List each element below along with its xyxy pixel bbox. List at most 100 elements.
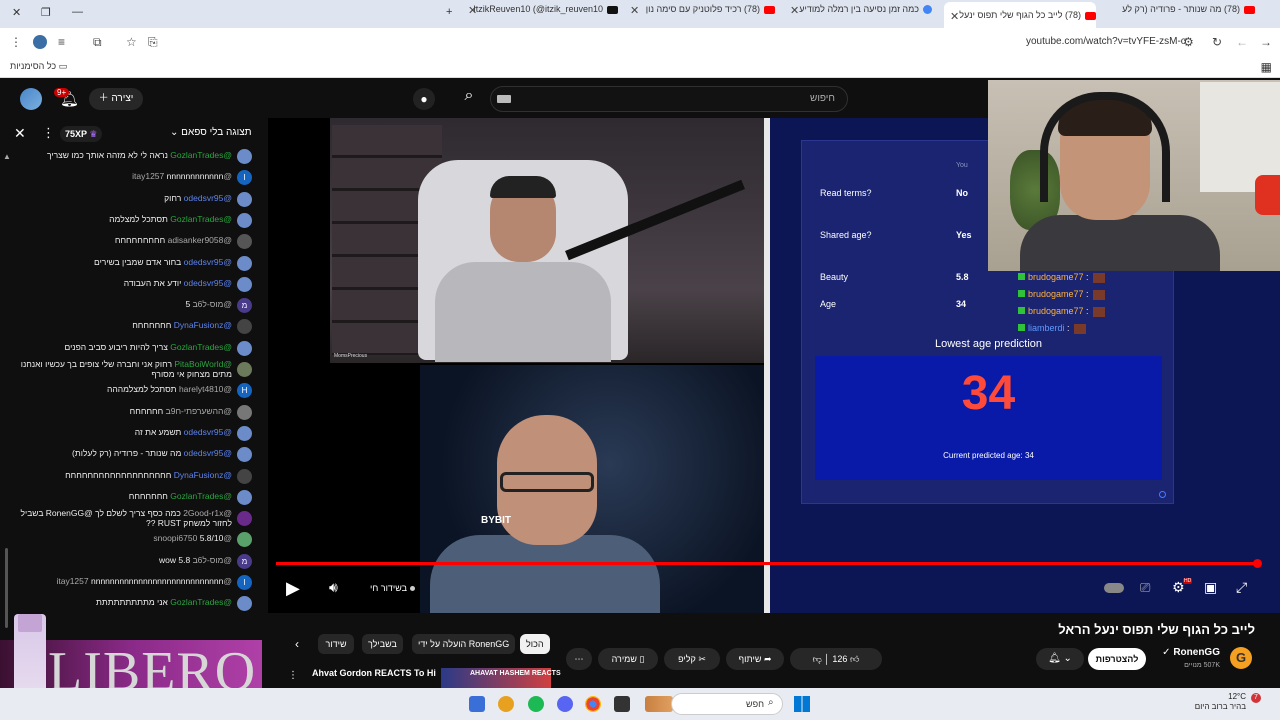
- back-icon[interactable]: →: [1260, 35, 1272, 49]
- taskbar-search-input[interactable]: חפש: [671, 693, 783, 715]
- windows-start-icon[interactable]: [794, 696, 810, 712]
- channel-name[interactable]: ✓ RonenGG: [1160, 647, 1220, 658]
- spotify-icon[interactable]: [528, 696, 544, 712]
- avatar[interactable]: [20, 88, 42, 110]
- chat-avatar[interactable]: I: [237, 170, 252, 186]
- terminal-icon[interactable]: [614, 696, 630, 712]
- keyboard-icon[interactable]: [497, 95, 511, 103]
- chat-username[interactable]: @odedsvr95: [184, 194, 232, 203]
- chat-username[interactable]: @PitaBoiWorld: [174, 360, 232, 369]
- chat-avatar[interactable]: [237, 319, 252, 335]
- chat-avatar[interactable]: [237, 212, 252, 228]
- search-icon[interactable]: ⌕: [455, 87, 483, 111]
- chat-avatar[interactable]: [237, 596, 252, 612]
- miniplayer-icon[interactable]: ▣: [1204, 579, 1217, 596]
- recommendation-menu-icon[interactable]: ⋮: [288, 670, 298, 681]
- search-input[interactable]: חיפוש: [490, 86, 848, 112]
- chat-username[interactable]: @GozlanTrades: [170, 151, 232, 160]
- volume-icon[interactable]: 🔊︎: [329, 579, 338, 596]
- chat-username[interactable]: @GozlanTrades: [170, 598, 232, 607]
- forward-icon[interactable]: ←: [1236, 35, 1248, 49]
- chat-username[interactable]: @odedsvr95: [184, 428, 232, 437]
- chat-avatar[interactable]: [237, 340, 252, 356]
- chat-avatar[interactable]: [237, 425, 252, 441]
- tab-1[interactable]: (78) מה שנותר - פרודיה (רק לע: [1105, 4, 1255, 24]
- discord-icon[interactable]: [557, 696, 573, 712]
- close-tab-icon[interactable]: ✕: [950, 10, 959, 23]
- bookmark-star-icon[interactable]: ☆: [126, 35, 137, 49]
- chat-avatar[interactable]: [237, 149, 252, 164]
- chat-username[interactable]: @2Good-r1x: [183, 509, 232, 518]
- media-control-icon[interactable]: ≡: [58, 35, 65, 49]
- chat-username[interactable]: @DynaFusionz: [174, 321, 232, 330]
- chat-avatar[interactable]: [237, 255, 252, 271]
- url-text[interactable]: youtube.com/watch?v=tvYFE-zsM-o: [1026, 36, 1186, 47]
- tab-4[interactable]: ✕ (78) רכיד פלוטניק עם סימה נון: [630, 4, 775, 24]
- chrome-icon[interactable]: [585, 696, 601, 712]
- live-indicator[interactable]: בשידור חי: [370, 583, 416, 593]
- close-tab-icon[interactable]: ✕: [468, 4, 477, 17]
- autoplay-toggle[interactable]: [1104, 583, 1124, 593]
- chat-avatar[interactable]: I: [237, 575, 252, 590]
- fullscreen-icon[interactable]: ⤢: [1236, 579, 1247, 596]
- chip-live[interactable]: שידור: [318, 634, 354, 654]
- menu-dots-icon[interactable]: ⋮: [10, 35, 22, 49]
- channel-avatar[interactable]: G: [1230, 647, 1252, 669]
- play-icon[interactable]: ▶: [286, 578, 300, 599]
- reload-icon[interactable]: ↻: [1212, 35, 1222, 49]
- voice-search-icon[interactable]: ●: [413, 88, 435, 110]
- chat-username[interactable]: @GozlanTrades: [170, 492, 232, 501]
- tab-3[interactable]: ✕ כמה זמן נסיעה בין רמלה למודיע: [790, 4, 932, 24]
- restore-window-icon[interactable]: ❐: [41, 6, 51, 19]
- like-dislike-button[interactable]: 👍︎ 126 │ 👎︎: [790, 648, 882, 670]
- chip-uploaded-by[interactable]: הועלה על ידי RonenGG: [412, 634, 516, 654]
- more-actions-icon[interactable]: ⋯: [566, 648, 592, 670]
- chat-avatar[interactable]: מ: [237, 553, 252, 569]
- chat-username[interactable]: @מוס-ל6ב: [193, 300, 232, 309]
- chat-avatar[interactable]: [237, 468, 252, 484]
- app-thumbnail-icon[interactable]: [645, 696, 673, 712]
- chip-all[interactable]: הכול: [520, 634, 550, 654]
- chat-mode-selector[interactable]: תצוגה בלי ספאם ⌄: [170, 127, 252, 138]
- chat-avatar[interactable]: מ: [237, 298, 252, 314]
- xp-badge[interactable]: 75XP ♛: [60, 126, 103, 142]
- close-tab-icon[interactable]: ✕: [630, 4, 639, 17]
- subtitles-icon[interactable]: ⎚: [1140, 580, 1150, 596]
- clip-button[interactable]: ✂ קליפ: [664, 648, 720, 670]
- chat-avatar[interactable]: [237, 191, 252, 207]
- extensions-icon[interactable]: ⧉: [93, 35, 102, 50]
- chat-username[interactable]: @DynaFusionz: [174, 471, 232, 480]
- chat-username[interactable]: @מוס-ל6ב: [193, 556, 232, 565]
- file-explorer-icon[interactable]: [469, 696, 485, 712]
- chat-avatar[interactable]: [237, 447, 252, 463]
- chat-avatar[interactable]: H: [237, 383, 252, 399]
- progress-bar[interactable]: [276, 562, 1258, 565]
- chat-avatar[interactable]: [237, 276, 252, 292]
- chip-for-you[interactable]: בשבילך: [362, 634, 403, 654]
- close-chat-icon[interactable]: ✕: [14, 125, 26, 142]
- share-page-icon[interactable]: ⎘: [148, 35, 158, 50]
- chat-avatar[interactable]: [237, 489, 252, 505]
- all-bookmarks-button[interactable]: ▭ כל הסימניות: [10, 61, 67, 72]
- chat-username[interactable]: @GozlanTrades: [170, 343, 232, 352]
- new-tab-icon[interactable]: +: [446, 6, 452, 18]
- minimize-window-icon[interactable]: —: [72, 6, 83, 18]
- share-button[interactable]: ➦ שיתוף: [726, 648, 784, 670]
- chevron-left-icon[interactable]: ‹: [295, 637, 299, 651]
- chat-username[interactable]: @adisanker9058: [168, 236, 232, 245]
- browser-icon[interactable]: [498, 696, 514, 712]
- create-button[interactable]: יצירה ＋: [89, 88, 143, 110]
- chat-avatar[interactable]: [237, 404, 252, 420]
- join-button[interactable]: להצטרפות: [1088, 648, 1146, 670]
- chat-username[interactable]: @ההשערפתי-ח9ב: [166, 407, 232, 416]
- close-window-icon[interactable]: ✕: [12, 6, 21, 19]
- chat-username[interactable]: @odedsvr95: [184, 279, 232, 288]
- close-tab-icon[interactable]: ✕: [790, 4, 799, 17]
- site-settings-icon[interactable]: ⚙: [1183, 35, 1194, 49]
- apps-grid-icon[interactable]: ▦: [1261, 60, 1272, 74]
- chat-avatar[interactable]: [237, 532, 252, 548]
- tab-5[interactable]: ✕ ItzikReuven10 (@itzik_reuven10: [468, 4, 618, 24]
- weather-widget[interactable]: 12°C בהיר ברוב היום: [1176, 692, 1246, 712]
- chat-avatar[interactable]: [237, 511, 252, 527]
- chat-avatar[interactable]: [237, 362, 252, 377]
